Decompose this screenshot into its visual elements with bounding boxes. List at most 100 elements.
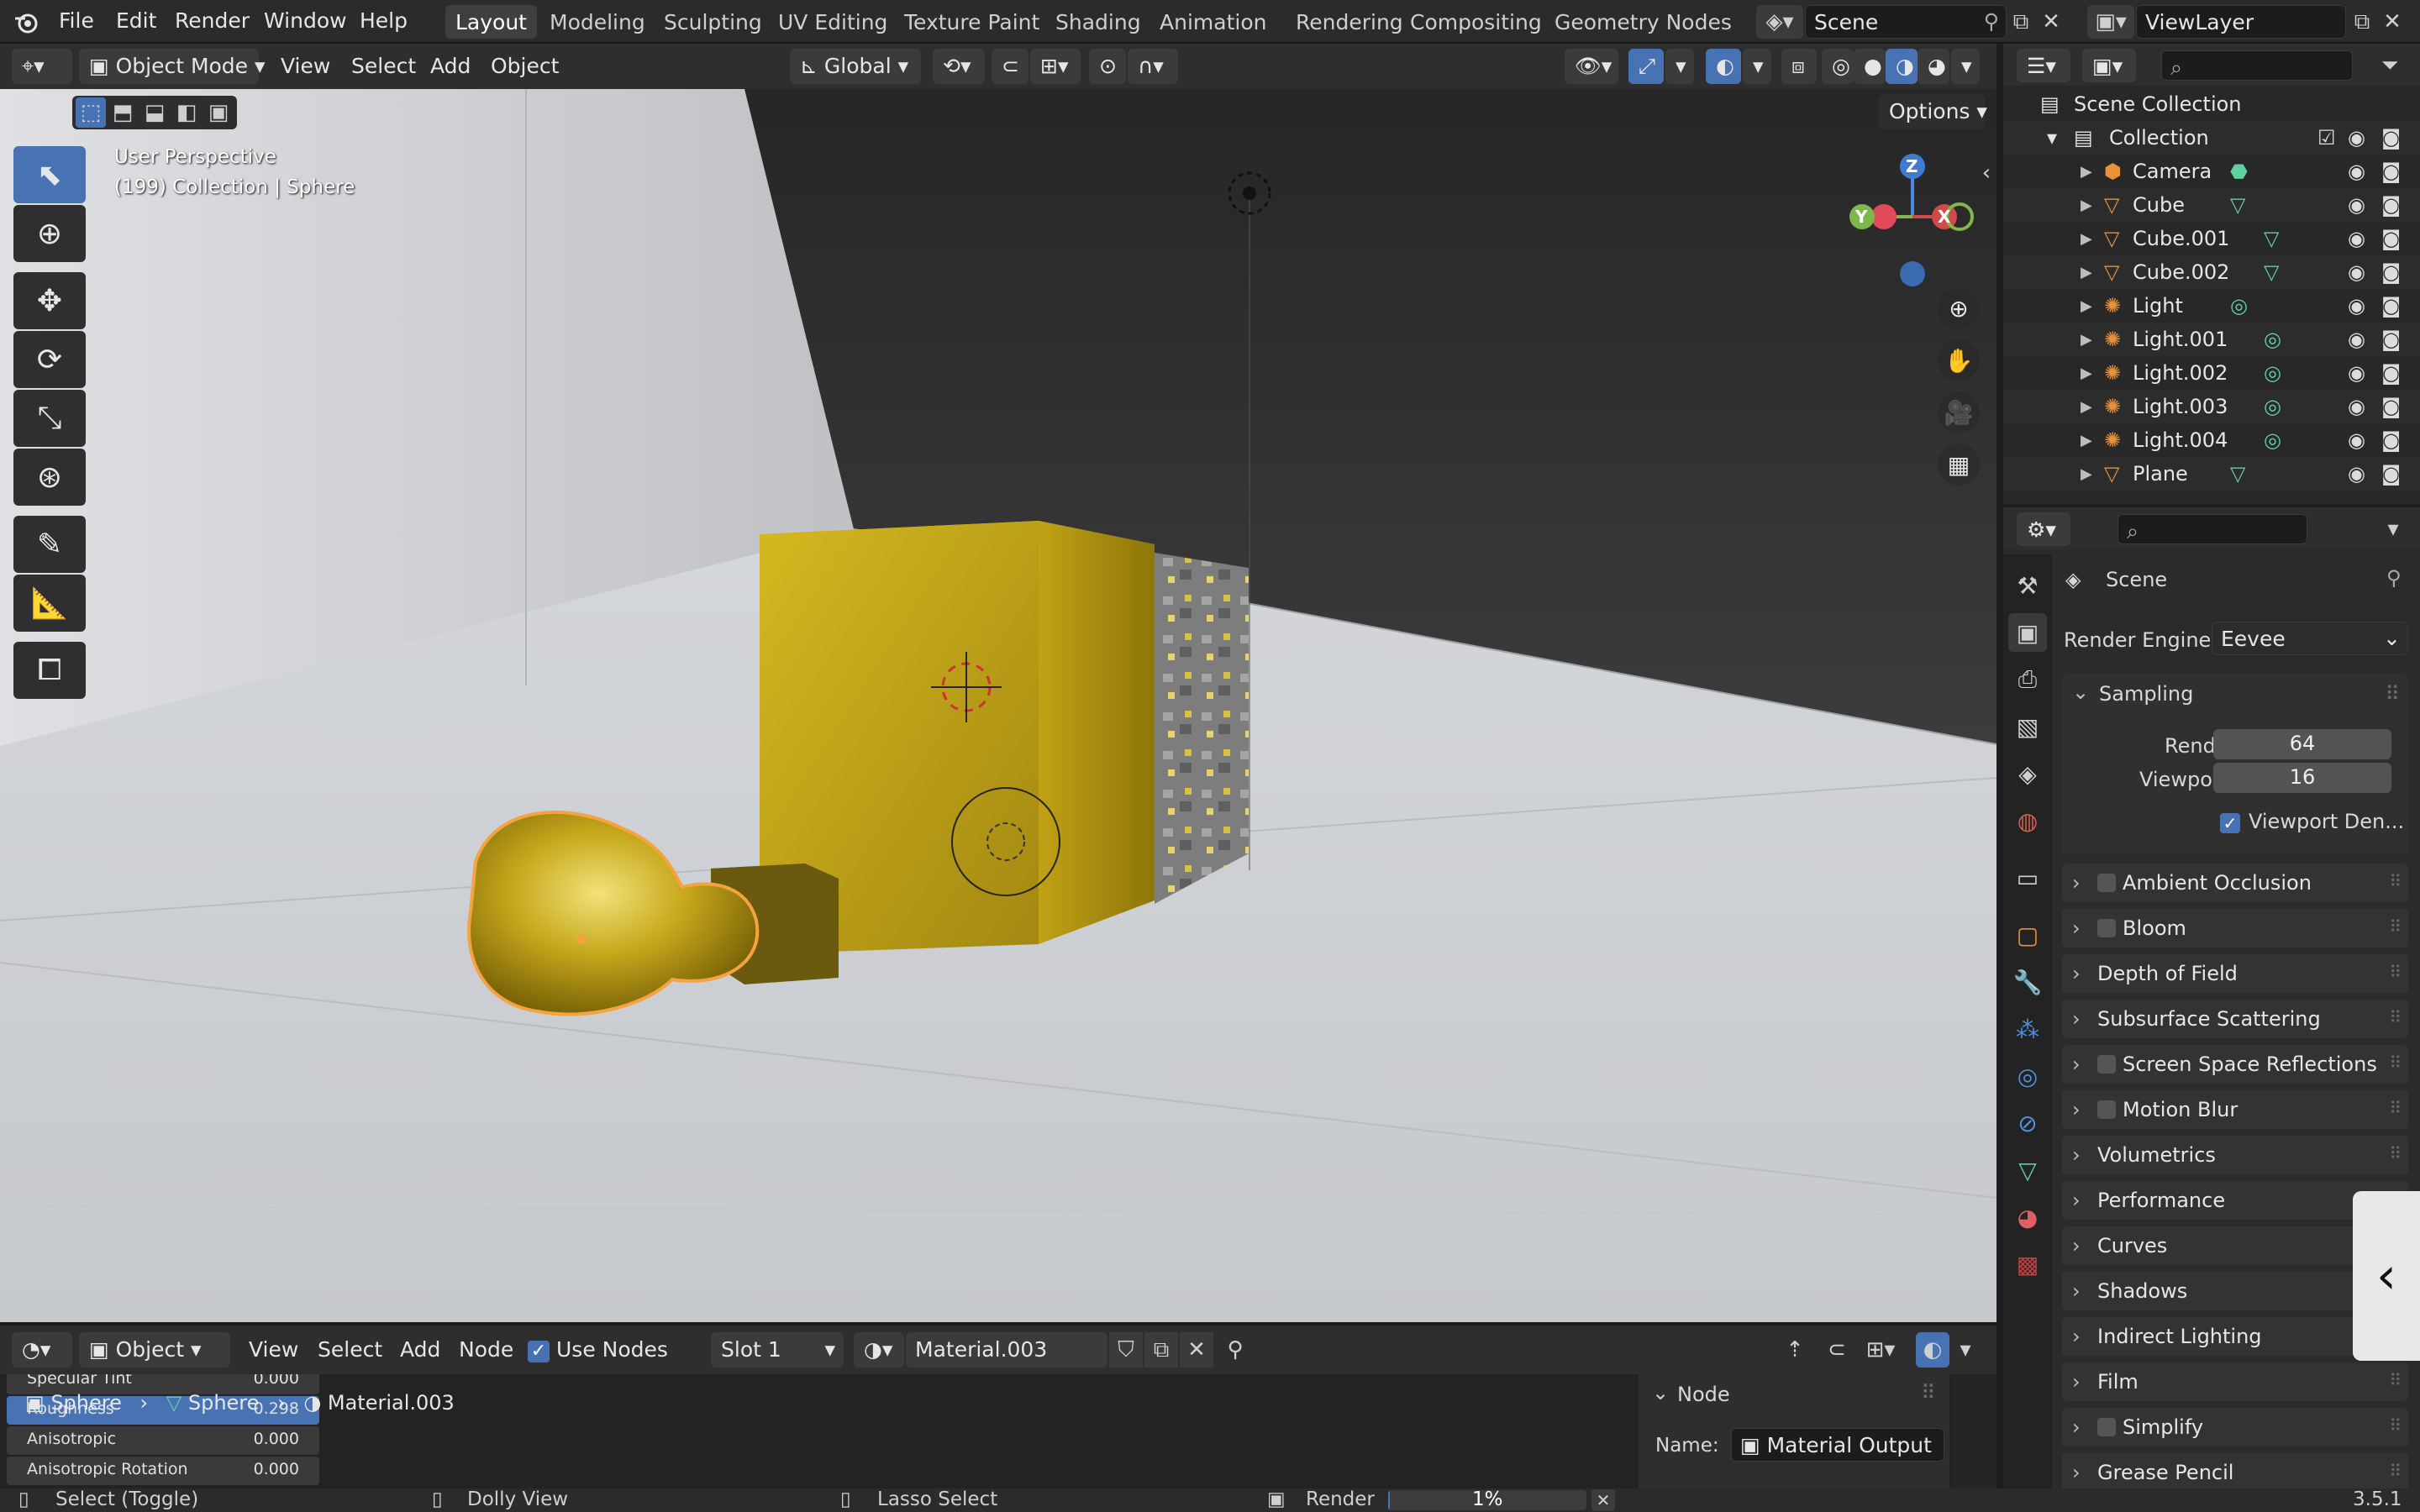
cancel-render-icon[interactable]: ✕: [1591, 1489, 1615, 1511]
panel-enable-checkbox[interactable]: [2097, 1100, 2116, 1119]
chevron-right-icon[interactable]: ›: [2072, 1189, 2081, 1212]
sidebar-tabs[interactable]: [1953, 1374, 1996, 1488]
outliner-editor-type-button[interactable]: ☰▾: [2017, 49, 2070, 82]
drag-handle-icon[interactable]: ⠿: [2389, 962, 2402, 982]
eye-icon[interactable]: ◉: [2348, 126, 2365, 150]
shading-dropdown[interactable]: ▾: [1951, 49, 1980, 84]
viewport-denoise-checkbox[interactable]: ✓: [2220, 813, 2240, 833]
overlay-dropdown[interactable]: ▾: [1743, 49, 1771, 84]
unlink-material-icon[interactable]: ✕: [1180, 1332, 1213, 1368]
eye-icon[interactable]: ◉: [2348, 395, 2365, 418]
panel-header[interactable]: › Film ⠿: [2062, 1362, 2408, 1401]
outliner-row[interactable]: ▶ ✺ Light ◎ ◉ ◙: [2003, 289, 2420, 323]
sampling-viewport-field[interactable]: 16: [2213, 763, 2391, 793]
panel-header[interactable]: › Subsurface Scattering ⠿: [2062, 1000, 2408, 1038]
particles-tab-icon[interactable]: ⁂: [2008, 1010, 2047, 1048]
tool-annotate[interactable]: ✎: [13, 516, 86, 573]
tool-move[interactable]: ✥: [13, 272, 86, 329]
chevron-down-icon[interactable]: ▾: [2047, 126, 2057, 150]
options-button[interactable]: Options ▾: [1879, 94, 1987, 129]
panel-header[interactable]: › Depth of Field ⠿: [2062, 954, 2408, 993]
output-tab-icon[interactable]: ⎙: [2008, 660, 2047, 699]
shader-overlay-toggle[interactable]: ◐: [1916, 1332, 1949, 1368]
tool-measure[interactable]: 📐: [13, 575, 86, 632]
select-new-icon[interactable]: ⬚: [76, 97, 106, 128]
chevron-right-icon[interactable]: ›: [2072, 1234, 2081, 1257]
panel-header[interactable]: › Volumetrics ⠿: [2062, 1136, 2408, 1174]
menu-window[interactable]: Window: [264, 8, 347, 33]
light-data-icon[interactable]: ◎: [2264, 395, 2281, 418]
material-tab-icon[interactable]: ◕: [2008, 1198, 2047, 1236]
menu-help[interactable]: Help: [360, 8, 408, 33]
modifier-tab-icon[interactable]: 🔧: [2008, 963, 2047, 1001]
properties-search-input[interactable]: ⌕: [2118, 514, 2307, 544]
menu-edit[interactable]: Edit: [116, 8, 156, 33]
delete-scene-icon[interactable]: ✕: [2037, 5, 2065, 39]
shader-menu-view[interactable]: View: [249, 1337, 298, 1362]
shader-object-dropdown[interactable]: ▣ Object ▾: [79, 1332, 230, 1368]
eye-icon[interactable]: ◉: [2348, 294, 2365, 318]
tab-uv-editing[interactable]: UV Editing: [768, 5, 897, 39]
physics-tab-icon[interactable]: ◎: [2008, 1057, 2047, 1095]
select-subtract-icon[interactable]: ⬓: [139, 97, 170, 128]
snap-toggle[interactable]: ⊂: [992, 49, 1028, 84]
chevron-right-icon[interactable]: ›: [2072, 916, 2081, 940]
panel-header[interactable]: › Bloom ⠿: [2062, 909, 2408, 948]
outliner-row[interactable]: ▶ ✺ Light.003 ◎ ◉ ◙: [2003, 390, 2420, 423]
transform-orientation-dropdown[interactable]: ⊾ Global ▾: [790, 49, 921, 84]
viewport-menu-view[interactable]: View: [281, 54, 330, 78]
chevron-right-icon[interactable]: ›: [2072, 871, 2081, 895]
camera-render-icon[interactable]: ◙: [2381, 395, 2401, 418]
region-toggle-handle[interactable]: ‹: [2353, 1191, 2420, 1361]
drag-handle-icon[interactable]: ⠿: [2389, 1461, 2402, 1481]
view-layer-selector[interactable]: ViewLayer: [2136, 5, 2346, 39]
camera-render-icon[interactable]: ◙: [2381, 361, 2401, 385]
outliner-row[interactable]: ▶ ▽ Plane ▽ ◉ ◙: [2003, 457, 2420, 491]
shader-overlay-dropdown[interactable]: ▾: [1951, 1332, 1980, 1368]
chevron-right-icon[interactable]: ▶: [2081, 163, 2092, 181]
panel-enable-checkbox[interactable]: [2097, 874, 2116, 892]
render-engine-dropdown[interactable]: Eevee ⌄: [2212, 622, 2408, 655]
drag-handle-icon[interactable]: ⠿: [2389, 1370, 2402, 1390]
tab-sculpting[interactable]: Sculpting: [654, 5, 772, 39]
chevron-right-icon[interactable]: ›: [2072, 1415, 2081, 1439]
object-tab-icon[interactable]: ▢: [2008, 916, 2047, 954]
menu-render[interactable]: Render: [175, 8, 250, 33]
panel-enable-checkbox[interactable]: [2097, 1055, 2116, 1074]
drag-handle-icon[interactable]: ⠿: [2389, 916, 2402, 937]
outliner-row[interactable]: ▶ ▽ Cube ▽ ◉ ◙: [2003, 188, 2420, 222]
tree-row-scene-collection[interactable]: ▤ Scene Collection: [2003, 87, 2420, 121]
tab-animation[interactable]: Animation: [1150, 5, 1276, 39]
render-tab-icon[interactable]: ▣: [2008, 613, 2047, 652]
fake-user-shield-icon[interactable]: ⛉: [1109, 1332, 1143, 1368]
chevron-right-icon[interactable]: ▶: [2081, 297, 2092, 315]
outliner-row[interactable]: ▶ ✺ Light.004 ◎ ◉ ◙: [2003, 423, 2420, 457]
camera-render-icon[interactable]: ◙: [2381, 294, 2401, 318]
tab-compositing[interactable]: Compositing: [1400, 5, 1552, 39]
shader-menu-select[interactable]: Select: [318, 1337, 382, 1362]
panel-header[interactable]: › Grease Pencil ⠿: [2062, 1453, 2408, 1488]
ortho-grid-icon[interactable]: ▦: [1938, 444, 1980, 486]
use-nodes-checkbox[interactable]: ✓: [528, 1341, 550, 1362]
3d-viewport[interactable]: User Perspective (199) Collection | Sphe…: [0, 89, 1996, 1322]
chevron-right-icon[interactable]: ›: [2072, 1053, 2081, 1076]
texture-tab-icon[interactable]: ▩: [2008, 1245, 2047, 1284]
outliner-row[interactable]: ▶ ▽ Cube.001 ▽ ◉ ◙: [2003, 222, 2420, 255]
mesh-data-icon[interactable]: ▽: [2264, 260, 2279, 284]
new-scene-icon[interactable]: ⧉: [2007, 5, 2035, 39]
light-data-icon[interactable]: ◎: [2264, 328, 2281, 351]
tool-transform[interactable]: ⊛: [13, 449, 86, 506]
tab-modeling[interactable]: Modeling: [539, 5, 655, 39]
pan-hand-icon[interactable]: ✋: [1938, 339, 1980, 381]
panel-header[interactable]: › Motion Blur ⠿: [2062, 1090, 2408, 1129]
delete-view-layer-icon[interactable]: ✕: [2378, 5, 2407, 39]
chevron-down-icon[interactable]: ⌄: [2072, 680, 2089, 704]
drag-handle-icon[interactable]: ⠿: [1921, 1381, 1936, 1404]
camera-render-icon[interactable]: ◙: [2381, 227, 2401, 250]
data-tab-icon[interactable]: ▽: [2008, 1151, 2047, 1189]
camera-render-icon[interactable]: ◙: [2381, 193, 2401, 217]
tab-rendering[interactable]: Rendering: [1286, 5, 1413, 39]
outliner-row[interactable]: ▶ ✺ Light.001 ◎ ◉ ◙: [2003, 323, 2420, 356]
tool-select-box[interactable]: ⬉: [13, 146, 86, 203]
rendered-shading-button[interactable]: ◕: [1918, 49, 1949, 84]
